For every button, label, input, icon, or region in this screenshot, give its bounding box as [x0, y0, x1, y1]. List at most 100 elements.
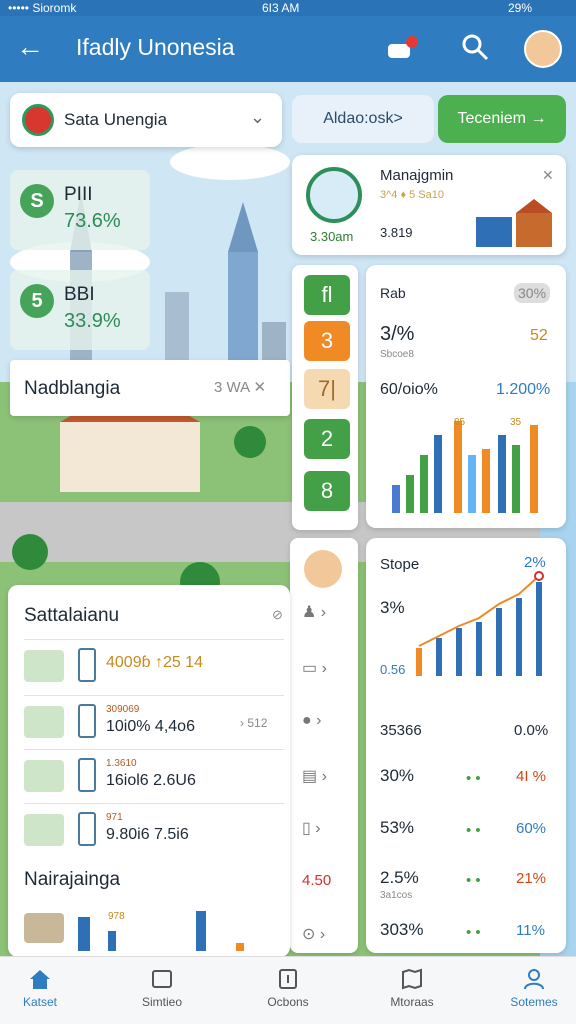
list-item[interactable]: 1.3610 16iol6 2.6U6: [24, 749, 284, 801]
thumbnail-image: [24, 760, 64, 792]
line-bar-chart: [416, 571, 544, 676]
list-item[interactable]: 309069 10i0% 4,4o6 › 512: [24, 695, 284, 747]
avatar[interactable]: [304, 550, 342, 588]
search-icon[interactable]: [460, 32, 490, 62]
user-icon: ♟ ›: [302, 604, 327, 621]
search-label: Nadblangia: [24, 378, 121, 399]
map-icon: [402, 968, 422, 990]
list-item[interactable]: 971 9.80i6 7.5i6: [24, 803, 284, 855]
stat-name: PIII: [64, 184, 93, 205]
row-a: 2.5%: [380, 868, 419, 887]
stat-card: 5 BBI 33.9%: [10, 270, 150, 350]
chart-card-a: Rab 30% 3/% 52 Sbcoe8 60/oio% 1.200% 85 …: [366, 265, 566, 528]
nav-profile[interactable]: Sotemes: [484, 967, 576, 1009]
row-a: 53%: [380, 818, 415, 837]
tower-icon: [78, 812, 96, 846]
category-tile[interactable]: 3: [304, 321, 350, 361]
category-tile[interactable]: 7|: [304, 369, 350, 409]
region-dropdown[interactable]: Sata Unengia ⌄: [10, 93, 282, 147]
action-item[interactable]: ● ›: [302, 712, 346, 742]
dots-icon: • •: [466, 770, 481, 787]
chart-a-v2: 60/oio%: [380, 381, 438, 398]
flag-icon: [22, 104, 54, 136]
chevron-down-icon: ⌄: [250, 107, 266, 127]
category-tile[interactable]: fl: [304, 275, 350, 315]
mini-bar-chart: [24, 911, 244, 951]
category-tile[interactable]: 8: [304, 471, 350, 511]
list-item-small: 971: [106, 812, 123, 823]
settings-icon: ⊙ ›: [302, 926, 326, 943]
row-a: 35366: [380, 722, 422, 739]
list-item-small: 309069: [106, 704, 140, 715]
thumbnail-image: [24, 814, 64, 846]
chart-a-v1: 3/%: [380, 323, 415, 345]
action-item[interactable]: ⊙ ›: [302, 924, 346, 954]
keyboard-icon: ▭ ›: [302, 660, 327, 677]
management-num: 3.819: [380, 225, 413, 240]
list-header: Sattalaianu: [24, 605, 120, 626]
management-sub: 3^4 ♦ 5 Sa10: [380, 189, 444, 201]
action-item[interactable]: ▯ ›: [302, 818, 346, 848]
row-b: 4I %: [516, 768, 547, 785]
chart-a-v2b: 1.200%: [496, 381, 551, 398]
page-title: Ifadly Unonesia: [76, 34, 235, 60]
action-item[interactable]: ▤ ›: [302, 766, 346, 796]
list-item-main: 10i0% 4,4o6: [106, 718, 195, 735]
thumbnail-image: [24, 650, 64, 682]
battery-text: 29%: [508, 1, 533, 15]
row-b: 11%: [516, 922, 545, 939]
list-footer-title: Nairajainga: [24, 869, 121, 890]
logo-icon: [306, 167, 362, 223]
nav-label: Mtoraas: [390, 995, 434, 1009]
stat-value: 73.6%: [64, 210, 121, 232]
property-list: Sattalaianu ⊘ 4009ɓ ↑25 14 309069 10i0% …: [8, 585, 290, 957]
tower-icon: [78, 758, 96, 792]
notification-icon[interactable]: [386, 34, 420, 64]
nav-simulation[interactable]: Simtieo: [112, 967, 212, 1009]
secondary-button[interactable]: Aldao:osk>: [292, 95, 434, 143]
management-card[interactable]: Manajgmin 3^4 ♦ 5 Sa10 ✕ 3.30am 3.819: [292, 155, 566, 255]
action-item[interactable]: ♟ ›: [302, 602, 346, 632]
dots-icon: • •: [466, 924, 481, 941]
back-arrow-icon[interactable]: ←: [16, 30, 44, 64]
list-item-main: 16iol6 2.6U6: [106, 772, 196, 789]
location-search-bar[interactable]: Nadblangia 3 WA ✕: [10, 360, 290, 416]
carrier-text: ••••• Sioromk: [8, 1, 77, 15]
bar-chart: [392, 421, 538, 513]
user-icon: [524, 969, 544, 990]
stat-card: S PIII 73.6%: [10, 170, 150, 250]
dropdown-label: Sata Unengia: [64, 110, 168, 129]
nav-options[interactable]: Ocbons: [238, 967, 338, 1009]
action-item[interactable]: ▭ ›: [302, 658, 346, 688]
chart-a-v1sub: Sbcoe8: [380, 349, 414, 360]
close-icon[interactable]: ✕: [542, 167, 554, 184]
category-tile[interactable]: 2: [304, 419, 350, 459]
primary-button-label: Teceniem: [457, 110, 527, 127]
link-icon[interactable]: ⊘: [272, 607, 283, 623]
chart-b-low: 0.56: [380, 662, 406, 677]
nav-home[interactable]: Katset: [0, 967, 90, 1009]
document-icon: ▯ ›: [302, 820, 321, 837]
arrow-right-icon: →: [526, 110, 547, 127]
close-icon[interactable]: ✕: [253, 379, 266, 396]
avatar[interactable]: [524, 30, 562, 68]
nav-label: Katset: [22, 995, 58, 1009]
clock: 6I3 AM: [262, 1, 300, 15]
image-icon: [152, 970, 172, 988]
nav-label: Simtieo: [141, 995, 182, 1009]
info-icon: [279, 969, 297, 989]
nav-map[interactable]: Mtoraas: [362, 967, 462, 1009]
list-item-main: 9.80i6 7.5i6: [106, 826, 189, 843]
action-column: ♟ › ▭ › ● › ▤ › ▯ › 4.50 ⊙ ›: [290, 538, 358, 953]
tower-icon: [78, 648, 96, 682]
chart-card-b: Stope 2% 3% 0.56 35366 0.0% 30% • • 4I %…: [366, 538, 566, 953]
tower-icon: [78, 704, 96, 738]
bottom-navigation: Katset Simtieo Ocbons Mtoraas Sotemes: [0, 956, 576, 1024]
primary-button[interactable]: Teceniem →: [438, 95, 566, 143]
thumbnail-image: [24, 706, 64, 738]
stat-badge: 5: [20, 284, 54, 318]
building-icon: [476, 199, 552, 247]
category-column: fl 3 7| 2 8: [292, 265, 358, 530]
list-item[interactable]: 4009ɓ ↑25 14: [24, 639, 284, 691]
status-bar: ••••• Sioromk 6I3 AM 29%: [0, 0, 576, 16]
